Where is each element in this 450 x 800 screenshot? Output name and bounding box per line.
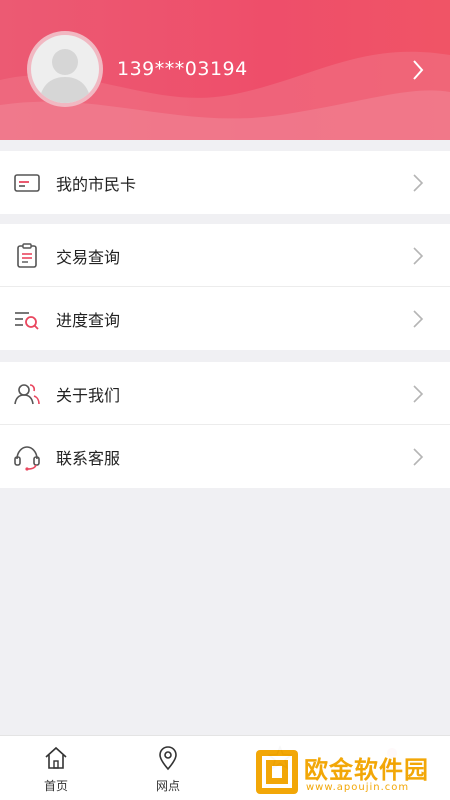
chevron-right-icon[interactable] bbox=[411, 59, 425, 81]
menu-item-transaction-query[interactable]: 交易查询 bbox=[0, 224, 450, 287]
watermark-sub: www.apoujin.com bbox=[306, 782, 410, 793]
menu-group-about: 关于我们 联系客服 bbox=[0, 362, 450, 488]
watermark-logo-icon bbox=[262, 756, 292, 788]
profile-header[interactable]: 139***03194 bbox=[0, 0, 450, 140]
users-icon bbox=[14, 383, 40, 404]
menu-item-label: 进度查询 bbox=[56, 310, 121, 330]
menu-item-about-us[interactable]: 关于我们 bbox=[0, 362, 450, 425]
tab-home[interactable]: 首页 bbox=[0, 736, 112, 800]
chevron-right-icon bbox=[413, 309, 424, 328]
menu-item-label: 联系客服 bbox=[56, 448, 121, 468]
chevron-right-icon bbox=[413, 246, 424, 265]
chevron-right-icon bbox=[413, 384, 424, 403]
watermark-logo bbox=[256, 750, 298, 794]
phone-number: 139***03194 bbox=[117, 58, 248, 80]
tab-outlets[interactable]: 网点 bbox=[112, 736, 224, 800]
menu-group-card: 我的市民卡 bbox=[0, 151, 450, 214]
watermark-text: 欧金软件园 bbox=[304, 756, 429, 784]
headset-icon bbox=[14, 445, 40, 471]
card-icon bbox=[14, 173, 40, 192]
chevron-right-icon bbox=[413, 173, 424, 192]
clipboard-icon bbox=[17, 242, 37, 268]
menu-group-query: 交易查询 进度查询 bbox=[0, 224, 450, 350]
menu-item-label: 我的市民卡 bbox=[56, 174, 137, 194]
menu-item-citizen-card[interactable]: 我的市民卡 bbox=[0, 151, 450, 214]
avatar[interactable] bbox=[27, 31, 103, 107]
location-pin-icon bbox=[159, 746, 177, 771]
chevron-right-icon bbox=[413, 447, 424, 466]
user-avatar-icon bbox=[39, 49, 91, 103]
menu-item-progress-query[interactable]: 进度查询 bbox=[0, 287, 450, 350]
menu-item-label: 交易查询 bbox=[56, 247, 121, 267]
menu-item-label: 关于我们 bbox=[56, 385, 121, 405]
list-search-icon bbox=[15, 311, 39, 330]
home-icon bbox=[45, 746, 67, 769]
menu-item-customer-service[interactable]: 联系客服 bbox=[0, 425, 450, 488]
tab-label: 网点 bbox=[155, 779, 180, 793]
watermark: 欧金软件园 www.apoujin.com bbox=[250, 745, 450, 800]
tab-label: 首页 bbox=[43, 779, 68, 793]
